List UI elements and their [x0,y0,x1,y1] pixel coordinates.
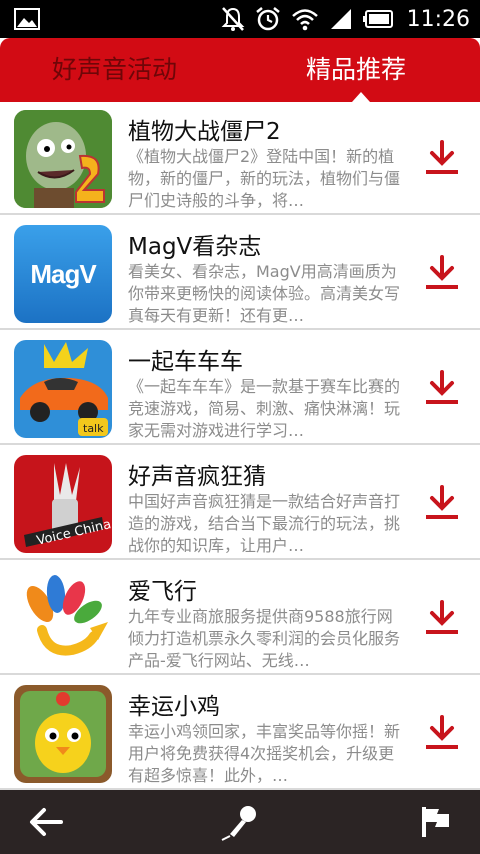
signal-icon [330,9,351,29]
app-name: 植物大战僵尸2 [128,119,281,145]
back-button[interactable] [16,790,76,854]
app-description: 九年专业商旅服务提供商9588旅行网倾力打造机票永久零利润的会员化服务产品-爱飞… [128,607,401,670]
tab-header: 好声音活动 精品推荐 [0,38,480,102]
app-description: 幸运小鸡领回家，丰富奖品等你摇！新用户将免费获得4次摇奖机会，升级更有超多惊喜！… [128,722,401,785]
race-car-game-icon[interactable]: talk [14,340,112,438]
app-name: 爱飞行 [128,579,197,605]
list-item[interactable]: Voice China 好声音疯狂猜 中国好声音疯狂猜是一款结合好声音打造的游戏… [0,447,480,560]
app-description: 看美女、看杂志，MagV用高清画质为你带来更畅快的阅读体验。高清美女写真每天有更… [128,262,401,325]
bottom-toolbar [0,790,480,854]
download-icon[interactable] [422,600,462,636]
download-icon[interactable] [422,140,462,176]
list-item[interactable]: talk 一起车车车 《一起车车车》是一款基于赛车比赛的竞速游戏，简易、刺激、痛… [0,332,480,445]
download-icon[interactable] [422,715,462,751]
wifi-icon [291,9,318,31]
voice-china-app-icon[interactable]: Voice China [14,455,112,553]
aifeixing-logo-icon[interactable] [14,570,112,668]
active-tab-indicator [352,92,370,102]
app-name: 一起车车车 [128,349,243,375]
status-time: 11:26 [406,6,470,32]
flag-icon [422,807,449,837]
voice-button[interactable] [210,790,270,854]
list-item[interactable]: 爱飞行 九年专业商旅服务提供商9588旅行网倾力打造机票永久零利润的会员化服务产… [0,562,480,675]
magv-app-icon[interactable]: MagV [14,225,112,323]
list-item[interactable]: 植物大战僵尸2 《植物大战僵尸2》登陆中国！新的植物，新的僵尸，新的玩法，植物们… [0,102,480,215]
magv-logo-text: MagV [30,258,96,289]
microphone-icon [221,806,256,841]
list-item[interactable]: 幸运小鸡 幸运小鸡领回家，丰富奖品等你摇！新用户将免费获得4次摇奖机会，升级更有… [0,677,480,790]
back-arrow-icon [30,808,63,836]
alarm-icon [255,7,280,31]
app-description: 《一起车车车》是一款基于赛车比赛的竞速游戏，简易、刺激、痛快淋漓！玩家无需对游戏… [128,377,401,440]
list-item[interactable]: MagV MagV看杂志 看美女、看杂志，MagV用高清画质为你带来更畅快的阅读… [0,217,480,330]
app-name: 好声音疯狂猜 [128,464,266,490]
download-icon[interactable] [422,485,462,521]
report-button[interactable] [406,790,466,854]
tab-voice-activity[interactable]: 好声音活动 [52,38,177,102]
download-icon[interactable] [422,255,462,291]
app-description: 《植物大战僵尸2》登陆中国！新的植物，新的僵尸，新的玩法，植物们与僵尸们史诗般的… [128,147,401,210]
app-name: MagV看杂志 [128,234,262,260]
download-icon[interactable] [422,370,462,406]
svg-text:talk: talk [83,422,104,435]
battery-icon [362,10,393,28]
app-list[interactable]: 植物大战僵尸2 《植物大战僵尸2》登陆中国！新的植物，新的僵尸，新的玩法，植物们… [0,102,480,790]
app-name: 幸运小鸡 [128,694,220,720]
image-icon [14,8,40,30]
lucky-chick-app-icon[interactable] [14,685,112,783]
mute-icon [221,7,245,31]
zombie-game-icon[interactable] [14,110,112,208]
status-bar: 11:26 [0,0,480,38]
app-description: 中国好声音疯狂猜是一款结合好声音打造的游戏，结合当下最流行的玩法，挑战你的知识库… [128,492,401,555]
